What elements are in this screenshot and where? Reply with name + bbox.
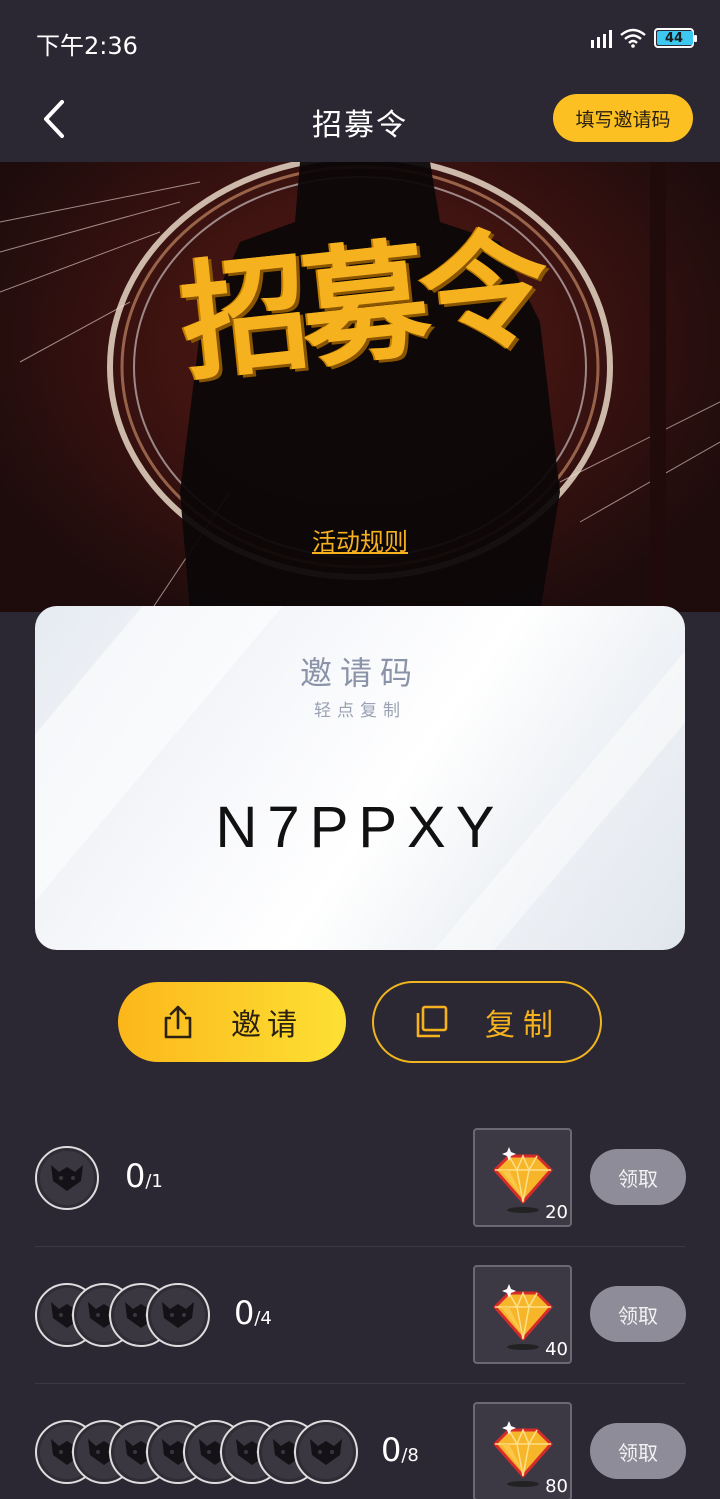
- status-icons: 44: [591, 28, 697, 48]
- progress-count: 0/8: [381, 1431, 419, 1469]
- battery-level: 44: [664, 30, 684, 46]
- copy-button-label: 复制: [485, 1008, 561, 1043]
- copy-hint: 轻点复制: [314, 701, 406, 721]
- invite-code-value: N7PPXY: [215, 795, 505, 860]
- claim-button[interactable]: 领取: [590, 1423, 686, 1479]
- reward-amount: 40: [545, 1339, 568, 1360]
- nav-bar: 招募令 填写邀请码: [0, 80, 720, 162]
- reward-gem-box: 20: [473, 1128, 572, 1227]
- reward-row: 0/4 40 领取: [35, 1247, 686, 1384]
- status-time: 下午2:36: [36, 32, 138, 60]
- reward-amount: 20: [545, 1202, 568, 1223]
- copy-button[interactable]: 复制: [372, 981, 602, 1063]
- progress-count: 0/1: [125, 1157, 163, 1195]
- activity-rules-link[interactable]: 活动规则: [0, 522, 720, 557]
- friend-avatar-placeholder: [35, 1146, 99, 1210]
- share-icon: [164, 1005, 192, 1039]
- claim-button[interactable]: 领取: [590, 1149, 686, 1205]
- wifi-icon: [620, 28, 646, 48]
- claim-button[interactable]: 领取: [590, 1286, 686, 1342]
- reward-amount: 80: [545, 1476, 568, 1497]
- reward-gem-box: 40: [473, 1265, 572, 1364]
- reward-gem-box: 80: [473, 1402, 572, 1499]
- invite-code-label: 邀请码: [299, 654, 420, 692]
- reward-row: 0/8 80 领取: [35, 1384, 686, 1499]
- invite-button-label: 邀请: [231, 1008, 303, 1043]
- progress-count: 0/4: [234, 1294, 272, 1332]
- status-bar: 下午2:36 44: [0, 0, 720, 80]
- friend-avatar-placeholder: [146, 1283, 210, 1347]
- signal-icon: [591, 28, 612, 48]
- banner: 招募令 活动规则: [0, 162, 720, 612]
- copy-icon: [416, 1005, 448, 1038]
- invite-code-card[interactable]: 邀请码 轻点复制 N7PPXY: [35, 606, 685, 950]
- reward-row: 0/1 20 领取: [35, 1110, 686, 1247]
- friend-avatar-placeholder: [294, 1420, 358, 1484]
- battery-icon: 44: [654, 28, 697, 48]
- invite-button[interactable]: 邀请: [118, 982, 346, 1062]
- enter-invite-code-button[interactable]: 填写邀请码: [553, 94, 693, 142]
